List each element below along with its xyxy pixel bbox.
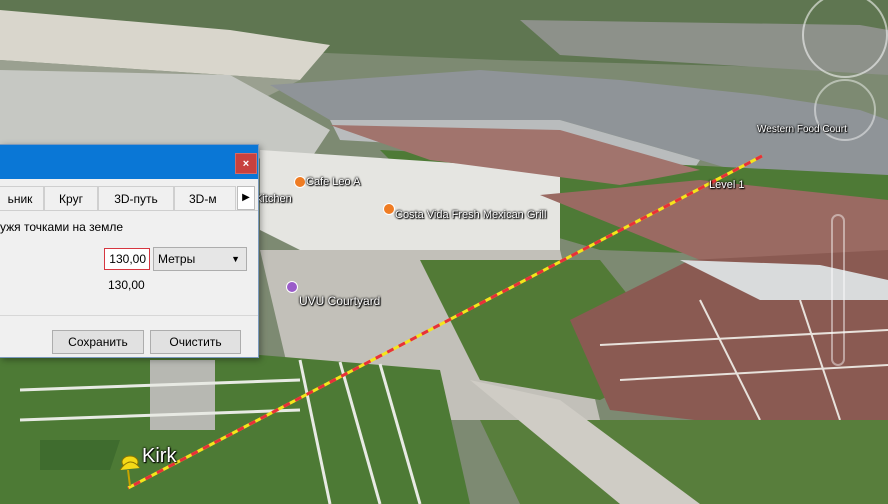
map-label-level: Level 1 — [709, 179, 745, 191]
map-label-costa-vida: Costa Vida Fresh Mexican Grill — [395, 209, 547, 221]
map-label-courtyard: UVU Courtyard — [299, 294, 381, 308]
place-poi-icon[interactable] — [286, 281, 298, 293]
unit-select[interactable]: Метры ▼ — [153, 247, 247, 271]
map-label-kitchen: Kitchen — [255, 193, 292, 205]
restaurant-poi-icon[interactable] — [294, 176, 306, 188]
map-label-top-right: Western Food Court — [757, 124, 847, 135]
save-button[interactable]: Сохранить — [52, 330, 144, 354]
clear-button[interactable]: Очистить — [150, 330, 241, 354]
map-label-building-a: Cafe Leo A — [306, 176, 361, 188]
measure-description: ужя точками на земле — [0, 220, 124, 234]
ruler-dialog: × ьник Круг 3D-путь 3D-м ▶ ужя точками н… — [0, 144, 259, 358]
placemark-label[interactable]: Kirk — [142, 445, 176, 468]
tab-circle[interactable]: Круг — [44, 186, 98, 210]
length-secondary-value: 130,00 — [108, 278, 145, 292]
tab-3d-polygon[interactable]: 3D-м — [174, 186, 236, 210]
length-value-field[interactable]: 130,00 — [104, 248, 150, 270]
unit-select-value: Метры — [158, 252, 196, 266]
chevron-down-icon: ▼ — [231, 254, 240, 264]
tab-3d-path[interactable]: 3D-путь — [98, 186, 174, 210]
dialog-titlebar[interactable]: × — [0, 145, 258, 179]
tab-scroll-right-icon[interactable]: ▶ — [237, 186, 255, 210]
dialog-separator — [0, 315, 258, 316]
close-button[interactable]: × — [235, 153, 257, 174]
tab-divider — [0, 210, 258, 211]
tab-polygon[interactable]: ьник — [0, 186, 44, 210]
restaurant-poi-icon[interactable] — [383, 203, 395, 215]
